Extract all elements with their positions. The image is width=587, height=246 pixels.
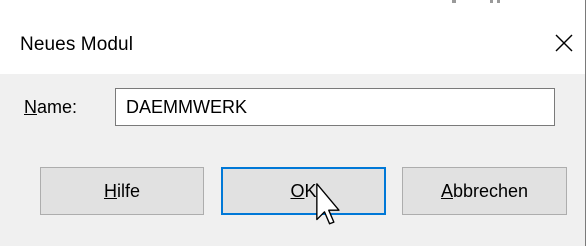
name-label: Name:	[24, 97, 77, 118]
help-button-label: ilfe	[116, 180, 140, 201]
help-button[interactable]: Hilfe	[40, 167, 204, 215]
close-icon	[555, 34, 573, 52]
cancel-button[interactable]: Abbrechen	[402, 167, 567, 215]
ok-button[interactable]: OK	[221, 167, 386, 215]
mouse-pointer-icon	[316, 183, 340, 225]
name-input[interactable]	[115, 88, 555, 126]
dialog-body: Name: Hilfe OK Abbrechen	[0, 74, 586, 246]
background-edge-mark	[490, 0, 493, 3]
dialog-window: Neues Modul Name: Hilfe OK Abbrechen	[0, 0, 587, 246]
background-edge-mark	[497, 0, 500, 3]
ok-button-mnemonic: O	[290, 180, 305, 201]
window-border	[585, 0, 586, 246]
cancel-button-label: bbrechen	[452, 180, 529, 201]
name-label-text: ame:	[37, 97, 78, 117]
background-edge-mark	[452, 0, 456, 3]
ok-button-label: K	[304, 180, 317, 201]
window-title: Neues Modul	[20, 34, 134, 55]
name-label-mnemonic: N	[24, 97, 37, 117]
help-button-mnemonic: H	[103, 180, 117, 201]
cancel-button-mnemonic: A	[440, 180, 453, 201]
background-window-edge	[0, 0, 587, 10]
title-bar[interactable]: Neues Modul	[0, 10, 586, 74]
close-button[interactable]	[540, 24, 586, 68]
